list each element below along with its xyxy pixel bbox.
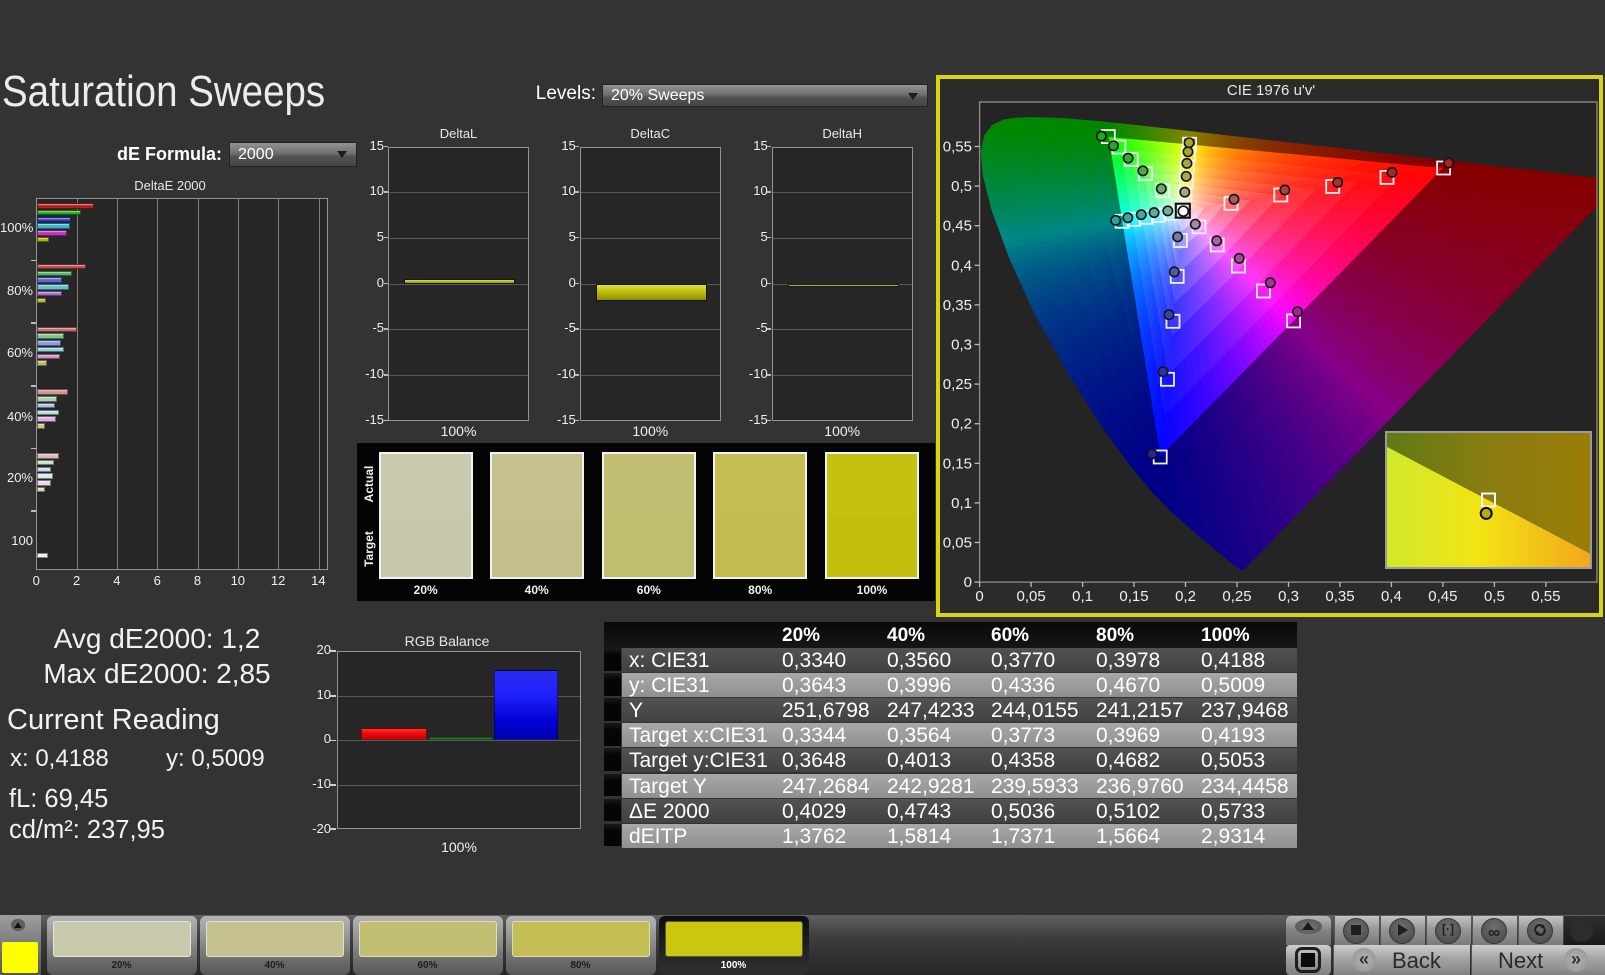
svg-text:0,1: 0,1 [1072,588,1093,605]
svg-text:0,2: 0,2 [951,416,972,433]
svg-text:0,3: 0,3 [1278,588,1299,605]
svg-text:0,45: 0,45 [1428,588,1457,605]
svg-text:0,5: 0,5 [1484,588,1505,605]
svg-text:0,45: 0,45 [943,218,972,235]
svg-text:0,15: 0,15 [943,455,972,472]
svg-text:0,35: 0,35 [943,297,972,314]
svg-text:0,1: 0,1 [951,495,972,512]
svg-text:0,4: 0,4 [951,257,972,274]
svg-text:0: 0 [975,588,983,605]
svg-text:0: 0 [964,574,972,591]
svg-text:0,25: 0,25 [1222,588,1251,605]
svg-text:0,25: 0,25 [943,376,972,393]
svg-text:0,55: 0,55 [1531,588,1560,605]
svg-text:0,55: 0,55 [943,139,972,156]
svg-text:0,2: 0,2 [1175,588,1196,605]
svg-text:0,5: 0,5 [951,178,972,195]
svg-text:0,15: 0,15 [1119,588,1148,605]
svg-text:0,05: 0,05 [1016,588,1045,605]
svg-text:CIE 1976 u'v': CIE 1976 u'v' [1227,82,1315,99]
svg-text:0,05: 0,05 [943,535,972,552]
svg-text:0,35: 0,35 [1325,588,1354,605]
svg-text:0,4: 0,4 [1381,588,1402,605]
svg-text:0,3: 0,3 [951,337,972,354]
